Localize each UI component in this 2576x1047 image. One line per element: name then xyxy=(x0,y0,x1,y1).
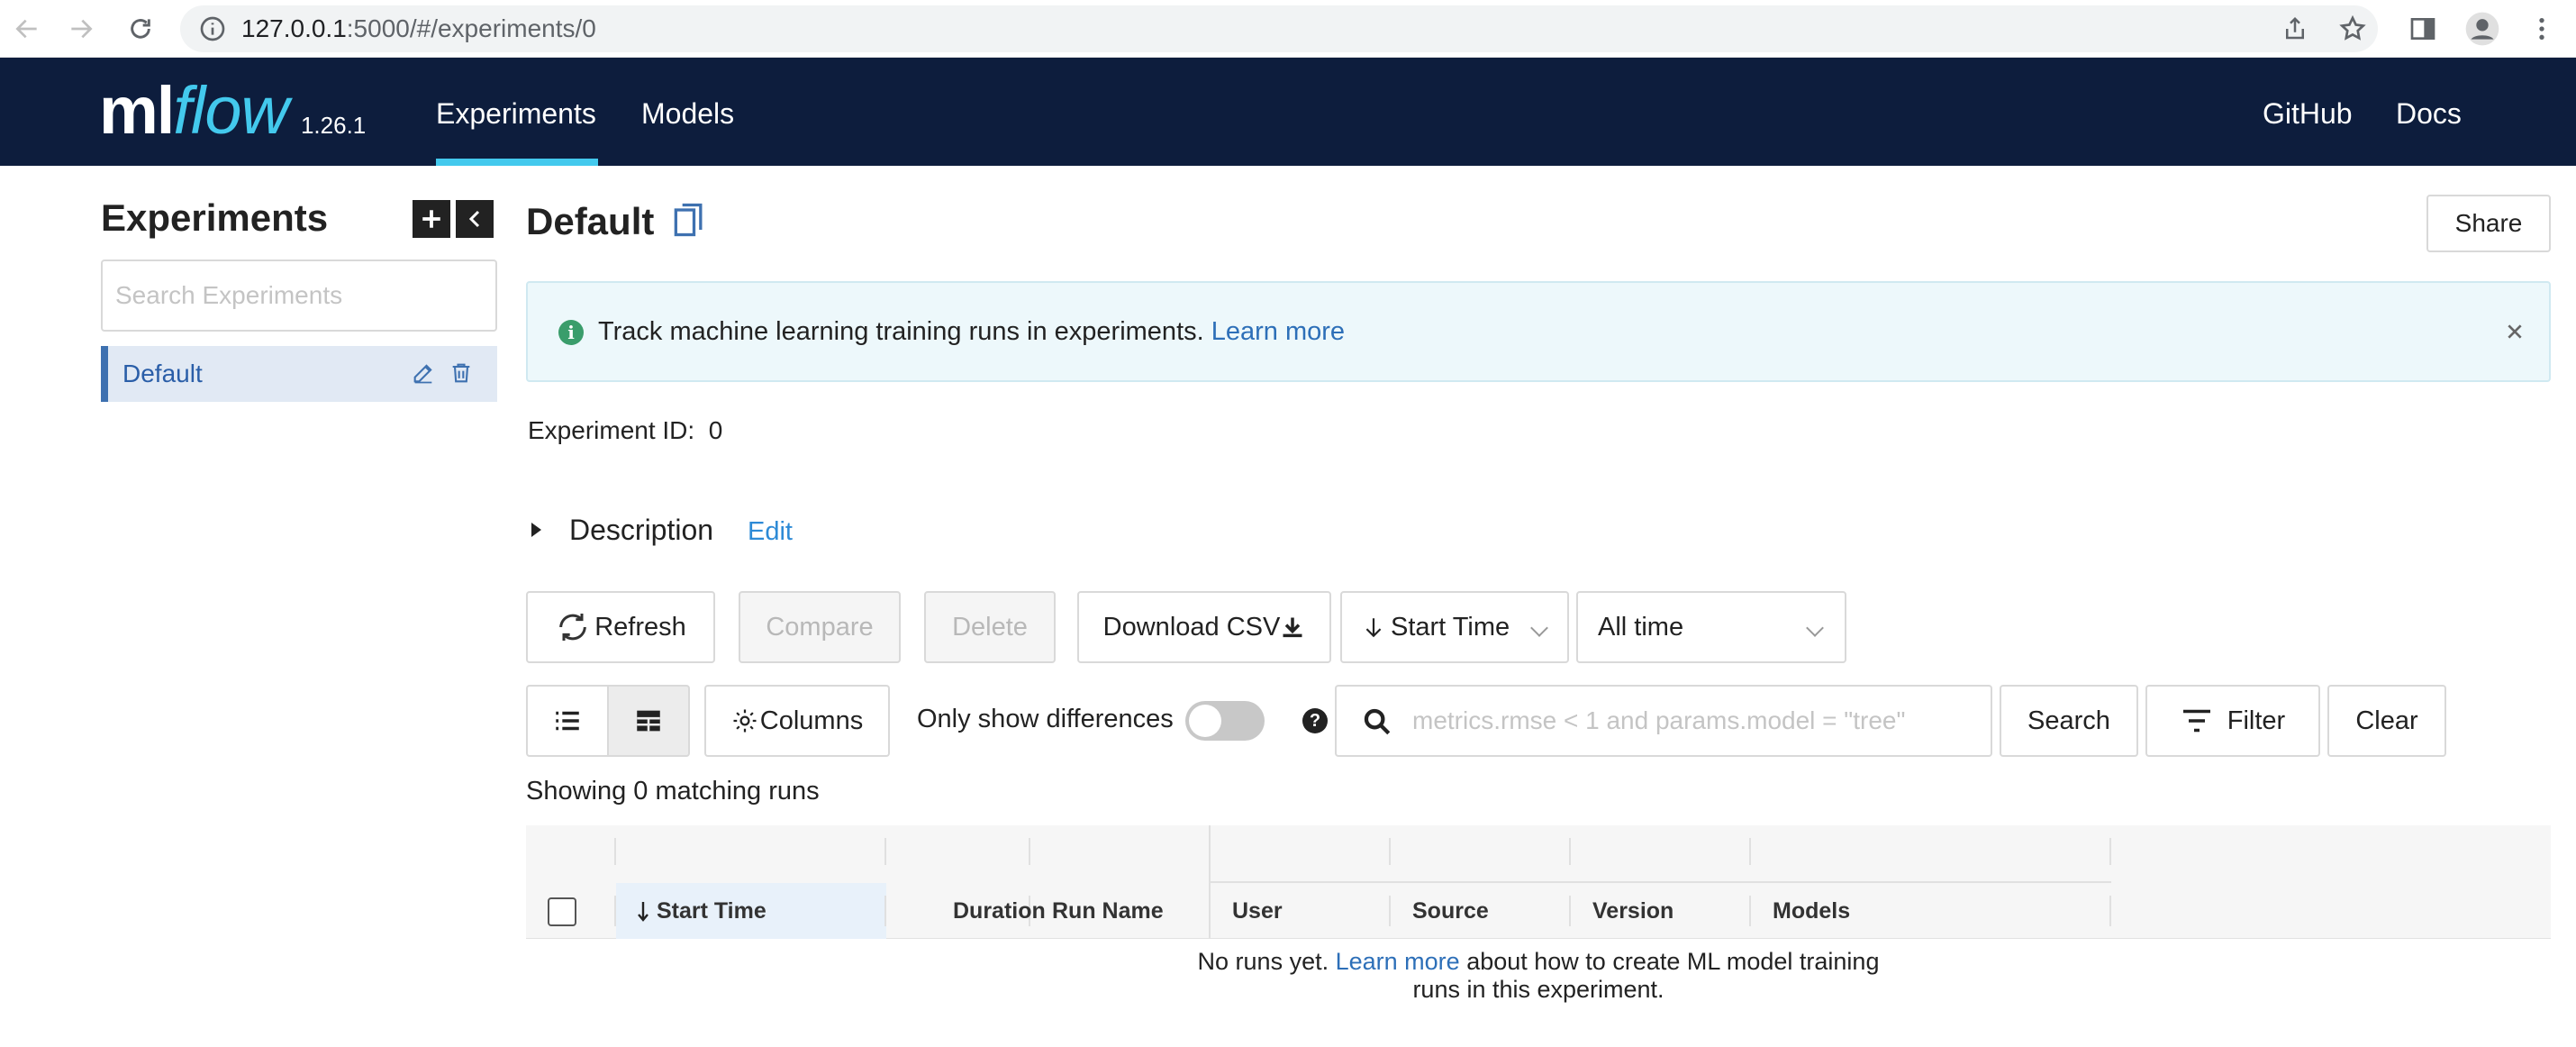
active-nav-indicator xyxy=(436,159,598,166)
banner-learn-more-link[interactable]: Learn more xyxy=(1211,317,1345,346)
collapse-sidebar-button[interactable] xyxy=(456,200,494,238)
only-differences-label: Only show differences xyxy=(917,705,1174,733)
sidebar-item-default[interactable]: Default xyxy=(101,346,497,402)
gear-icon xyxy=(733,709,757,733)
col-header-duration[interactable]: Duration xyxy=(953,883,1046,939)
column-group-header xyxy=(526,825,2551,883)
table-icon xyxy=(637,710,660,732)
logo-flow: flow xyxy=(173,73,289,148)
filter-button[interactable]: Filter xyxy=(2145,685,2320,757)
select-all-checkbox[interactable] xyxy=(548,897,576,926)
version-label: 1.26.1 xyxy=(300,112,367,139)
logo-ml: ml xyxy=(99,73,175,148)
empty-runs-message: No runs yet. Learn more about how to cre… xyxy=(1197,948,1880,1003)
col-header-models[interactable]: Models xyxy=(1773,883,1850,939)
side-panel-icon[interactable] xyxy=(2403,9,2443,49)
col-header-run-name[interactable]: Run Name xyxy=(1052,883,1164,939)
arrow-down-icon xyxy=(1365,618,1382,638)
copy-icon[interactable] xyxy=(672,200,706,249)
experiment-title: Default xyxy=(526,200,706,249)
runs-table: Start Time Duration Run Name User Source… xyxy=(526,825,2551,1047)
list-view-toggle[interactable] xyxy=(526,685,609,757)
chevron-down-icon xyxy=(1530,619,1548,637)
search-experiments-input[interactable] xyxy=(101,259,497,332)
nav-github[interactable]: GitHub xyxy=(2263,58,2353,166)
run-search-box xyxy=(1335,685,1992,757)
share-page-icon[interactable] xyxy=(2275,9,2315,49)
columns-button[interactable]: Columns xyxy=(704,685,890,757)
forward-icon[interactable] xyxy=(61,9,101,49)
compare-button[interactable]: Compare xyxy=(739,591,901,663)
delete-icon[interactable] xyxy=(449,360,476,387)
add-experiment-button[interactable] xyxy=(413,200,450,238)
run-search-input[interactable] xyxy=(1412,687,1971,755)
empty-learn-more-link[interactable]: Learn more xyxy=(1336,948,1460,975)
profile-avatar-icon[interactable] xyxy=(2463,9,2502,49)
only-differences-toggle[interactable] xyxy=(1185,701,1265,741)
close-icon[interactable] xyxy=(2500,317,2529,346)
table-view-toggle[interactable] xyxy=(607,685,690,757)
browser-toolbar: 127.0.0.1:5000/#/experiments/0 xyxy=(0,0,2576,58)
sidebar-title: Experiments xyxy=(101,196,329,239)
experiment-id: Experiment ID: 0 xyxy=(528,416,723,444)
back-icon[interactable] xyxy=(7,9,47,49)
matching-runs-count: Showing 0 matching runs xyxy=(526,777,820,806)
share-button[interactable]: Share xyxy=(2426,195,2551,252)
description-edit-link[interactable]: Edit xyxy=(748,517,793,547)
col-header-version[interactable]: Version xyxy=(1592,883,1673,939)
chevron-down-icon xyxy=(1806,619,1824,637)
help-icon[interactable]: ? xyxy=(1302,708,1328,733)
col-header-source[interactable]: Source xyxy=(1412,883,1489,939)
nav-docs[interactable]: Docs xyxy=(2396,58,2462,166)
plus-icon xyxy=(422,210,440,228)
sort-select[interactable]: Start Time xyxy=(1340,591,1569,663)
app-header: ml flow 1.26.1 Experiments Models GitHub… xyxy=(0,58,2576,166)
site-info-icon[interactable] xyxy=(198,14,227,43)
col-header-start-time[interactable]: Start Time xyxy=(636,883,766,939)
description-label: Description xyxy=(569,514,714,546)
download-csv-button[interactable]: Download CSV xyxy=(1077,591,1331,663)
refresh-icon xyxy=(559,614,587,641)
refresh-button[interactable]: Refresh xyxy=(526,591,715,663)
reload-icon[interactable] xyxy=(121,9,160,49)
chevron-left-icon xyxy=(468,210,480,228)
time-range-select[interactable]: All time xyxy=(1576,591,1846,663)
sidebar-item-label: Default xyxy=(122,360,203,387)
filter-icon xyxy=(2182,709,2210,733)
download-icon xyxy=(1283,617,1302,638)
nav-experiments[interactable]: Experiments xyxy=(436,58,596,166)
search-button[interactable]: Search xyxy=(2000,685,2138,757)
clear-button[interactable]: Clear xyxy=(2327,685,2446,757)
bookmark-star-icon[interactable] xyxy=(2333,9,2372,49)
delete-button[interactable]: Delete xyxy=(924,591,1056,663)
list-icon xyxy=(556,711,579,731)
info-banner: i Track machine learning training runs i… xyxy=(526,281,2551,382)
info-icon: i xyxy=(558,320,584,345)
sort-arrow-icon xyxy=(638,902,649,922)
url-text: 127.0.0.1:5000/#/experiments/0 xyxy=(241,14,596,42)
mlflow-logo[interactable]: ml flow 1.26.1 xyxy=(99,72,366,153)
toggle-knob xyxy=(1189,705,1221,737)
caret-right-icon[interactable] xyxy=(531,523,541,537)
search-icon xyxy=(1362,706,1392,742)
edit-icon[interactable] xyxy=(411,360,438,387)
col-header-user[interactable]: User xyxy=(1232,883,1283,939)
nav-models[interactable]: Models xyxy=(641,58,734,166)
banner-text: Track machine learning training runs in … xyxy=(598,317,1346,346)
browser-menu-icon[interactable] xyxy=(2522,9,2562,49)
